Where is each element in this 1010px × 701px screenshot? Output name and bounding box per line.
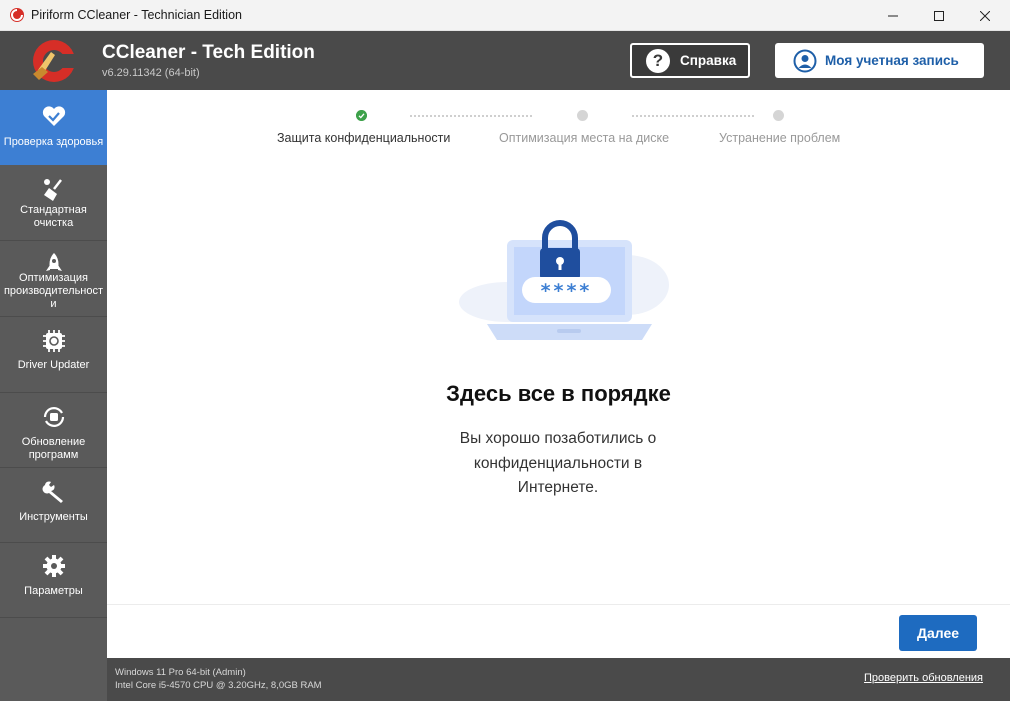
check-updates-link[interactable]: Проверить обновления xyxy=(864,672,983,684)
ccleaner-logo xyxy=(33,40,82,82)
action-bar: Далее xyxy=(107,604,1010,658)
maximize-button[interactable] xyxy=(916,0,962,31)
sidebar-item-label: Обновление программ xyxy=(21,436,86,461)
window-title: Piriform CCleaner - Technician Edition xyxy=(31,8,242,22)
result-message: Вы хорошо позаботились о конфиденциально… xyxy=(459,430,657,496)
step-pending-dot xyxy=(773,110,784,121)
account-button[interactable]: Моя учетная запись xyxy=(775,43,984,78)
sidebar: Проверка здоровья Стандартная очистка Оп… xyxy=(0,90,107,701)
os-info: Windows 11 Pro 64-bit (Admin) xyxy=(115,667,246,678)
next-button[interactable]: Далее xyxy=(899,615,977,651)
sidebar-item-health-check[interactable]: Проверка здоровья xyxy=(0,90,107,165)
sidebar-item-label: Параметры xyxy=(24,585,83,597)
sidebar-item-driver-updater[interactable]: Driver Updater xyxy=(0,318,107,393)
wrench-icon xyxy=(42,481,63,503)
help-icon: ? xyxy=(646,48,670,73)
step-label-privacy: Защита конфиденциальности xyxy=(277,131,451,145)
step-label-problems: Устранение проблем xyxy=(719,131,841,145)
password-mask: **** xyxy=(541,280,593,302)
close-button[interactable] xyxy=(962,0,1008,31)
sidebar-item-label: Проверка здоровья xyxy=(3,136,104,148)
ccleaner-app-icon xyxy=(10,8,24,22)
sidebar-item-label: Driver Updater xyxy=(17,359,90,371)
heart-icon xyxy=(42,106,66,126)
title-bar: Piriform CCleaner - Technician Edition xyxy=(0,0,1010,31)
sidebar-item-label: Оптимизация производительност и xyxy=(3,272,104,310)
sidebar-item-performance[interactable]: Оптимизация производительност и xyxy=(0,242,107,317)
main-panel: Защита конфиденциальности Оптимизация ме… xyxy=(107,90,1010,658)
maximize-icon xyxy=(934,10,944,21)
hardware-info: Intel Core i5-4570 CPU @ 3.20GHz, 8,0GB … xyxy=(115,680,322,691)
broom-icon xyxy=(44,179,62,201)
minimize-icon xyxy=(888,15,898,16)
help-button[interactable]: ? Справка xyxy=(630,43,750,78)
sidebar-item-settings[interactable]: Параметры xyxy=(0,543,107,618)
step-label-disk: Оптимизация места на диске xyxy=(499,131,670,145)
laptop-lock-illustration: **** xyxy=(459,220,669,340)
user-icon xyxy=(793,49,817,72)
app-header: CCleaner - Tech Edition v6.29.11342 (64-… xyxy=(0,31,1010,90)
step-connector xyxy=(632,115,754,117)
app-version: v6.29.11342 (64-bit) xyxy=(102,67,200,79)
sidebar-item-software-updater[interactable]: Обновление программ xyxy=(0,393,107,468)
chip-icon xyxy=(43,330,65,352)
status-bar: Windows 11 Pro 64-bit (Admin) Intel Core… xyxy=(107,658,1010,701)
result-headline: Здесь все в порядке xyxy=(446,381,671,406)
minimize-button[interactable] xyxy=(870,0,916,31)
account-button-label: Моя учетная запись xyxy=(825,53,959,68)
sidebar-item-standard-clean[interactable]: Стандартная очистка xyxy=(0,166,107,241)
app-name: CCleaner - Tech Edition xyxy=(102,42,315,63)
close-icon xyxy=(980,10,990,21)
step-pending-dot xyxy=(577,110,588,121)
refresh-icon xyxy=(43,407,65,427)
gear-icon xyxy=(43,555,65,577)
sidebar-item-label: Инструменты xyxy=(19,511,88,523)
step-done-check-icon xyxy=(356,110,367,121)
sidebar-item-tools[interactable]: Инструменты xyxy=(0,468,107,543)
step-connector xyxy=(410,115,532,117)
help-button-label: Справка xyxy=(680,53,737,68)
sidebar-item-label: Стандартная очистка xyxy=(20,204,87,229)
